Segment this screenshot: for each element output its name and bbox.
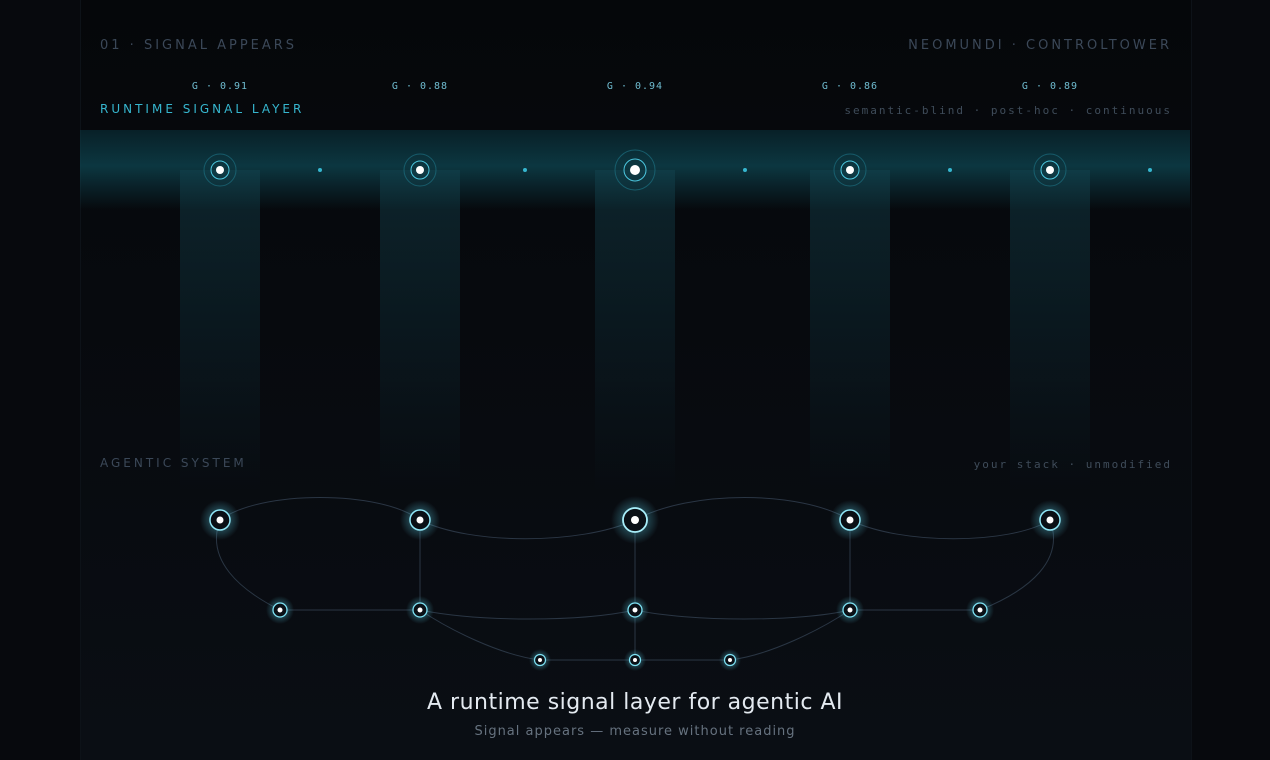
signal-node (403, 153, 437, 187)
headline: A runtime signal layer for agentic AI (427, 690, 843, 715)
edge (849, 519, 1051, 540)
edge (219, 497, 421, 521)
edge (419, 519, 636, 540)
edge (634, 497, 851, 521)
signal-dot (743, 168, 747, 172)
signal-node (614, 149, 656, 191)
agent-node (624, 649, 646, 671)
agent-node (266, 596, 294, 624)
agent-node (830, 500, 870, 540)
signal-dot (523, 168, 527, 172)
agent-node (836, 596, 864, 624)
signal-dot (948, 168, 952, 172)
tagline: Signal appears — measure without reading (474, 724, 796, 739)
agent-node (966, 596, 994, 624)
edge (634, 609, 851, 620)
signal-node (203, 153, 237, 187)
signal-node (833, 153, 867, 187)
signal-dot (1148, 168, 1152, 172)
agent-node (621, 596, 649, 624)
signal-nodes (203, 149, 1152, 191)
network-graph (200, 149, 1152, 671)
agent-node (1030, 500, 1070, 540)
agent-node (200, 500, 240, 540)
signal-node (1033, 153, 1067, 187)
signal-dot (318, 168, 322, 172)
agent-node (406, 596, 434, 624)
edge (419, 609, 636, 620)
agent-node (611, 496, 659, 544)
agent-node (719, 649, 741, 671)
agent-node (400, 500, 440, 540)
agent-node (529, 649, 551, 671)
